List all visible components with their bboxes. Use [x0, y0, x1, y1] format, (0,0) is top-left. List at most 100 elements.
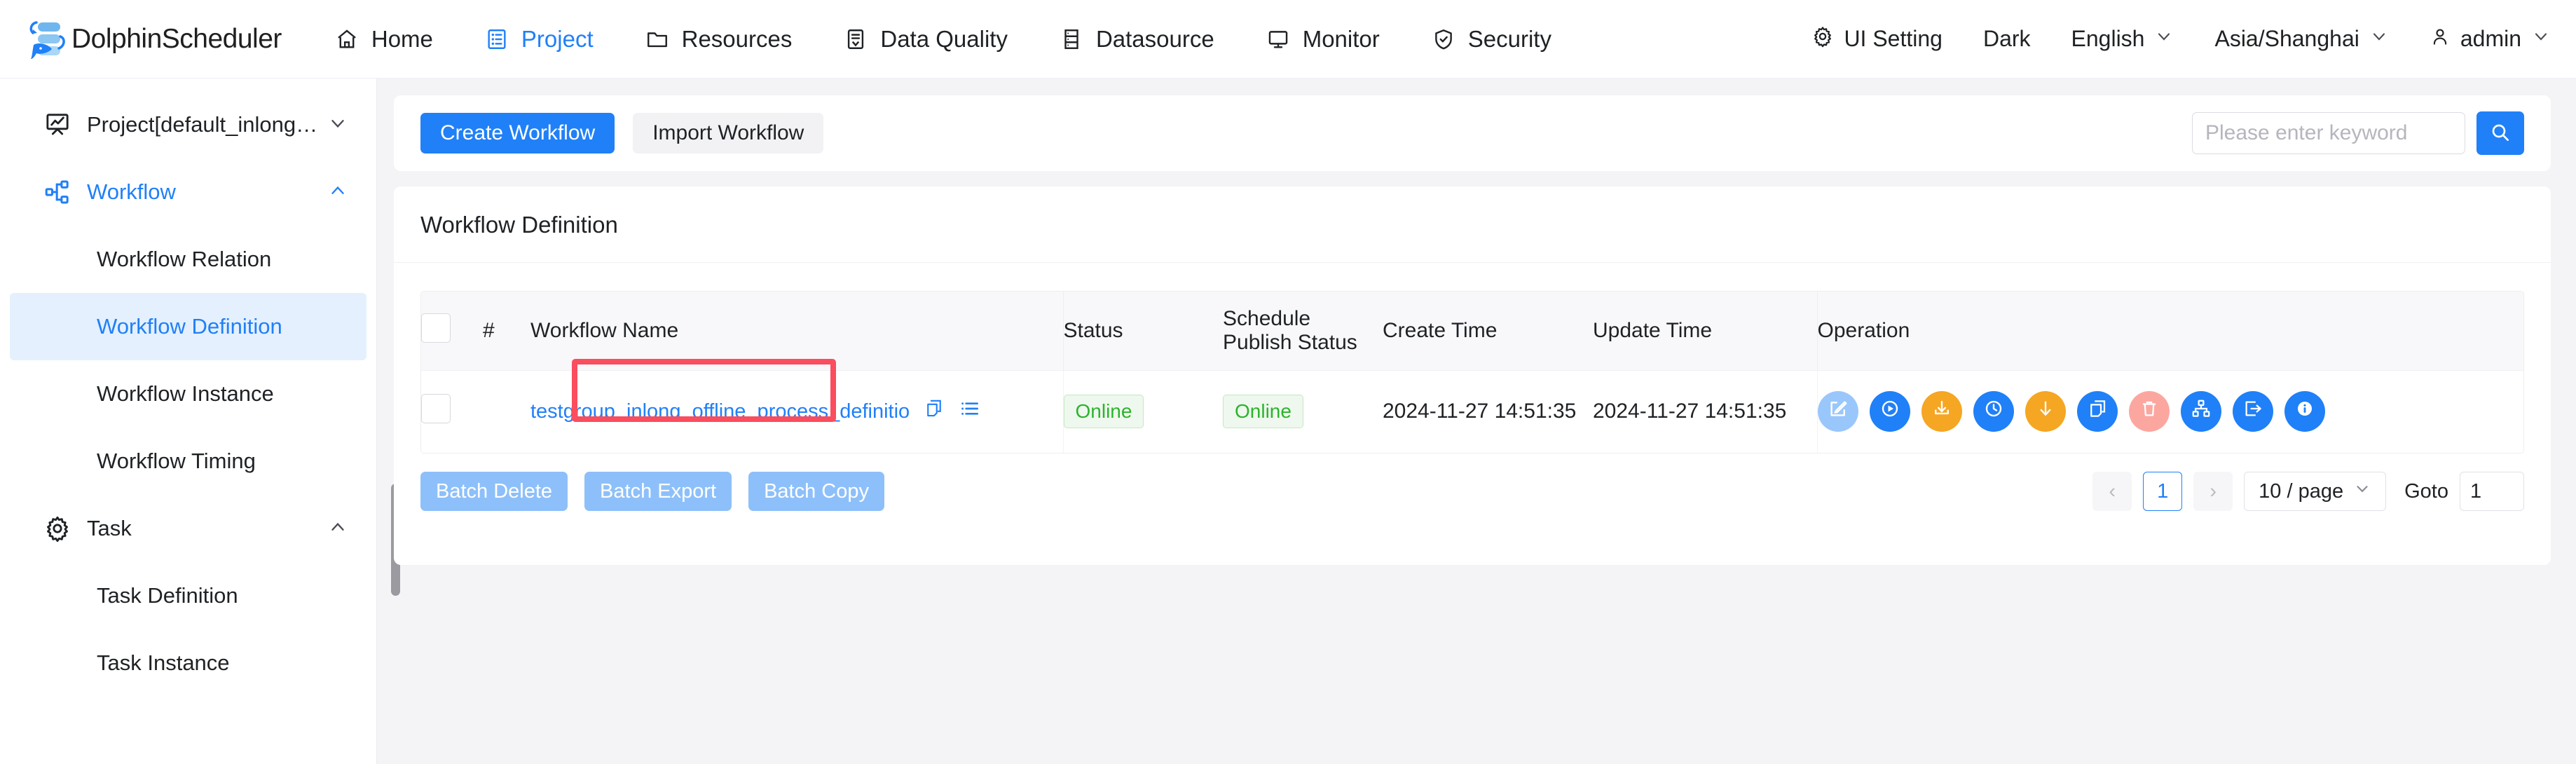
chevron-up-icon: [327, 517, 348, 541]
start-workflow-button[interactable]: [1870, 391, 1910, 432]
nav-item-monitor[interactable]: Monitor: [1266, 26, 1380, 53]
row-create-time: 2024-11-27 14:51:35: [1383, 370, 1593, 453]
sidebar-item-task-definition[interactable]: Task Definition: [10, 562, 366, 629]
app-root: DolphinScheduler Home: [0, 0, 2576, 764]
batch-delete-button[interactable]: Batch Delete: [420, 472, 568, 511]
schedule-publish-status-badge: Online: [1223, 395, 1303, 428]
nav-item-security[interactable]: Security: [1432, 26, 1551, 53]
row-checkbox[interactable]: [421, 394, 451, 423]
chevron-down-icon: [2154, 26, 2174, 52]
tree-view-button[interactable]: [2181, 391, 2221, 432]
pagination-page-1[interactable]: 1: [2143, 472, 2182, 511]
language-selector[interactable]: English: [2071, 26, 2174, 52]
home-icon: [335, 27, 359, 51]
folder-icon: [645, 27, 669, 51]
gear-icon: [1811, 25, 1834, 53]
main-nav: Home Project: [335, 26, 1603, 53]
operation-buttons: [1818, 391, 2524, 432]
chevron-down-icon: [2531, 26, 2551, 52]
goto-label: Goto: [2404, 480, 2448, 503]
nav-item-data-quality[interactable]: Data Quality: [844, 26, 1008, 53]
workflow-definition-table: # Workflow Name Status Schedule Publish …: [421, 292, 2523, 453]
batch-copy-button[interactable]: Batch Copy: [748, 472, 884, 511]
version-info-button[interactable]: [2284, 391, 2325, 432]
batch-export-button[interactable]: Batch Export: [584, 472, 732, 511]
sidebar-item-label: Workflow Definition: [97, 314, 282, 339]
copy-name-icon[interactable]: [924, 398, 945, 425]
status-badge: Online: [1064, 395, 1144, 428]
nav-label-datasource: Datasource: [1096, 26, 1214, 53]
clock-icon: [1983, 398, 2004, 425]
main-content: Create Workflow Import Workflow Workflow…: [377, 79, 2576, 764]
column-workflow-name: Workflow Name: [530, 292, 1063, 370]
sidebar-group-label-workflow: Workflow: [87, 179, 176, 205]
workflow-list-icon[interactable]: [959, 397, 981, 425]
chevron-down-icon: [327, 113, 348, 137]
row-update-time: 2024-11-27 14:51:35: [1593, 370, 1817, 453]
gear-icon: [43, 514, 71, 543]
column-schedule-line2: Publish Status: [1223, 331, 1383, 355]
workflow-name-link[interactable]: testgroup_inlong_offline_process_definit…: [530, 400, 910, 423]
column-index: #: [483, 292, 530, 370]
nav-item-datasource[interactable]: Datasource: [1060, 26, 1214, 53]
goto-input[interactable]: [2460, 472, 2524, 511]
sidebar-item-label: Workflow Instance: [97, 381, 274, 407]
offline-workflow-button[interactable]: [2025, 391, 2066, 432]
theme-toggle[interactable]: Dark: [1983, 26, 2031, 52]
timezone-selector[interactable]: Asia/Shanghai: [2214, 26, 2388, 52]
nav-label-resources: Resources: [682, 26, 793, 53]
brand[interactable]: DolphinScheduler: [24, 17, 282, 62]
toolbar: Create Workflow Import Workflow: [394, 95, 2551, 171]
brand-name: DolphinScheduler: [71, 24, 282, 55]
language-label: English: [2071, 26, 2145, 52]
chevron-down-icon: [2353, 479, 2371, 503]
page-title: Workflow Definition: [394, 186, 2551, 263]
timing-workflow-button[interactable]: [1921, 391, 1962, 432]
nav-item-project[interactable]: Project: [485, 26, 594, 53]
nav-item-home[interactable]: Home: [335, 26, 433, 53]
shield-check-icon: [1432, 27, 1455, 51]
copy-workflow-button[interactable]: [2077, 391, 2118, 432]
nav-item-resources[interactable]: Resources: [645, 26, 793, 53]
start-icon: [1879, 398, 1900, 425]
row-status-cell: Online: [1063, 370, 1223, 453]
search-button[interactable]: [2476, 111, 2524, 155]
download-tray-icon: [1931, 398, 1952, 425]
column-schedule-line1: Schedule: [1223, 307, 1383, 331]
ui-setting-button[interactable]: UI Setting: [1811, 25, 1943, 53]
project-board-icon: [43, 111, 71, 139]
datasource-icon: [1060, 27, 1083, 51]
sidebar-item-task-instance[interactable]: Task Instance: [10, 629, 366, 697]
create-workflow-button[interactable]: Create Workflow: [420, 113, 615, 154]
user-menu[interactable]: admin: [2430, 26, 2551, 53]
sidebar-project-selector[interactable]: Project[default_inlong_o...: [0, 91, 376, 158]
page-size-selector[interactable]: 10 / page: [2244, 472, 2386, 511]
export-workflow-button[interactable]: [2233, 391, 2273, 432]
search-input[interactable]: [2192, 112, 2465, 154]
workflow-timing-button[interactable]: [1973, 391, 2014, 432]
sidebar-item-workflow-definition[interactable]: Workflow Definition: [10, 293, 366, 360]
sidebar-group-workflow[interactable]: Workflow: [0, 158, 376, 226]
nav-label-project: Project: [521, 26, 594, 53]
arrow-down-icon: [2035, 398, 2056, 425]
pagination-prev-button[interactable]: ‹: [2092, 472, 2132, 511]
column-create-time: Create Time: [1383, 292, 1593, 370]
delete-workflow-button[interactable]: [2129, 391, 2170, 432]
edit-workflow-button[interactable]: [1818, 391, 1858, 432]
import-workflow-button[interactable]: Import Workflow: [633, 113, 823, 154]
project-icon: [485, 27, 509, 51]
sidebar-item-workflow-relation[interactable]: Workflow Relation: [10, 226, 366, 293]
header-right-tools: UI Setting Dark English Asia/Shanghai: [1771, 25, 2551, 53]
search-icon: [2489, 121, 2512, 146]
select-all-checkbox[interactable]: [421, 313, 451, 343]
row-index: [483, 370, 530, 453]
sidebar-item-workflow-instance[interactable]: Workflow Instance: [10, 360, 366, 428]
pagination-next-button[interactable]: ›: [2193, 472, 2233, 511]
row-operation-cell: [1817, 370, 2523, 453]
export-icon: [2242, 398, 2263, 425]
sidebar-group-task[interactable]: Task: [0, 495, 376, 562]
sidebar-item-label: Workflow Timing: [97, 449, 256, 474]
sidebar-item-label: Workflow Relation: [97, 247, 271, 272]
row-schedule-status-cell: Online: [1223, 370, 1383, 453]
sidebar-item-workflow-timing[interactable]: Workflow Timing: [10, 428, 366, 495]
